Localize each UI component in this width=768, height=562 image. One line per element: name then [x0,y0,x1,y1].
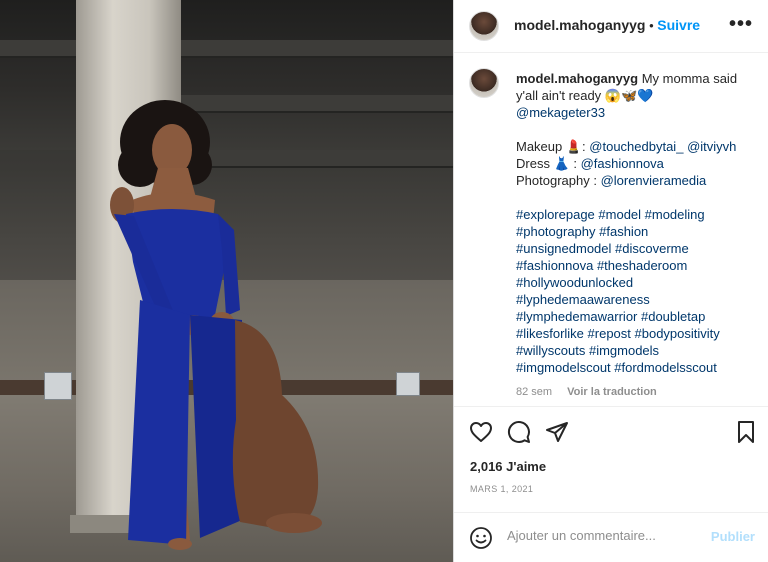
bookmark-icon[interactable] [734,420,758,444]
action-bar [454,406,768,454]
header-separator: • [649,18,654,33]
makeup-link-2[interactable]: @itviyvh [687,139,736,154]
post-date: MARS 1, 2021 [470,484,534,494]
hashtag-line[interactable]: #willyscouts #imgmodels [516,342,761,359]
hashtag-line[interactable]: #likesforlike #repost #bodypositivity [516,325,761,342]
heart-icon[interactable] [469,420,493,444]
post-caption: model.mahoganyyg My momma said y'all ain… [516,70,761,401]
header-user-row: model.mahoganyyg • Suivre [514,17,700,33]
follow-button[interactable]: Suivre [657,17,700,33]
post-age: 82 sem [516,386,553,398]
hashtag-line[interactable]: #imgmodelscout #fordmodelsscout [516,359,761,376]
paper-plane-icon[interactable] [545,420,569,444]
comment-bar: Publier [454,512,768,562]
like-count[interactable]: 2,016 J'aime [470,459,546,474]
hashtag-line[interactable]: #lymphedemawarrior #doubletap [516,308,761,325]
hashtag-line[interactable]: #lyphedemaawareness [516,291,761,308]
model-figure [110,100,322,550]
hashtag-line[interactable]: #photography #fashion [516,223,761,240]
hashtag-line[interactable]: #hollywoodunlocked [516,274,761,291]
emoji-icon[interactable] [469,526,493,550]
hashtag-line[interactable]: #fashionnova #theshaderoom [516,257,761,274]
comment-input[interactable] [507,528,697,543]
caption-text-line1: My momma said [641,71,738,86]
caption-mention[interactable]: @mekageter33 [516,105,605,120]
post-photo[interactable] [0,0,453,562]
photography-label: Photography : [516,173,601,188]
post-header: model.mahoganyyg • Suivre ••• [454,0,768,53]
more-options-icon[interactable]: ••• [729,13,753,36]
comment-icon[interactable] [507,420,531,444]
caption-meta: 82 sem Voir la traduction [516,384,761,401]
see-translation-link[interactable]: Voir la traduction [567,386,657,398]
dress-link[interactable]: @fashionnova [581,156,664,171]
hashtag-line[interactable]: #explorepage #model #modeling [516,206,761,223]
header-username[interactable]: model.mahoganyyg [514,17,645,33]
photography-link[interactable]: @lorenvieramedia [601,173,707,188]
makeup-link-1[interactable]: @touchedbytai_ [589,139,683,154]
hashtag-line[interactable]: #unsignedmodel #discoverme [516,240,761,257]
avatar[interactable] [469,11,499,41]
publish-button[interactable]: Publier [711,529,755,544]
post-side-panel: model.mahoganyyg • Suivre ••• model.maho… [453,0,768,562]
caption-text-line2: y'all ain't ready 😱🦋💙 [516,88,654,103]
caption-avatar[interactable] [469,68,499,98]
dress-label: Dress 👗 : [516,156,581,171]
caption-area: model.mahoganyyg My momma said y'all ain… [454,54,768,406]
caption-username[interactable]: model.mahoganyyg [516,71,638,86]
makeup-label: Makeup 💄: [516,139,590,154]
